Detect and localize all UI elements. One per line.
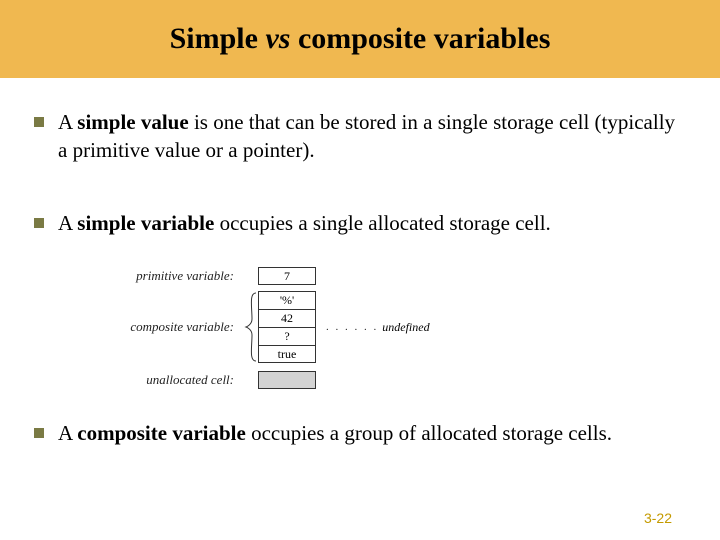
b2-pre: A — [58, 211, 77, 235]
undefined-annotation: . . . . . . undefined — [322, 320, 430, 335]
unallocated-row: unallocated cell: — [124, 371, 686, 389]
b1-pre: A — [58, 110, 77, 134]
title-pre: Simple — [170, 22, 266, 55]
b1-bold: simple value — [77, 110, 188, 134]
undefined-label: undefined — [382, 320, 429, 335]
unallocated-label: unallocated cell: — [124, 372, 244, 388]
bullet-1-text: A simple value is one that can be stored… — [58, 108, 686, 165]
primitive-label: primitive variable: — [124, 268, 244, 284]
primitive-row: primitive variable: 7 — [124, 267, 686, 285]
title-band: Simple vs composite variables — [0, 0, 720, 78]
bullet-icon — [34, 117, 44, 127]
dotted-line-icon: . . . . . . — [326, 321, 378, 333]
b2-post: occupies a single allocated storage cell… — [214, 211, 550, 235]
storage-diagram: primitive variable: 7 composite variable… — [124, 267, 686, 389]
b2-bold: simple variable — [77, 211, 214, 235]
title-post: composite variables — [290, 22, 550, 55]
composite-label: composite variable: — [124, 319, 244, 335]
composite-stack-wrap: '%' 42 ? true . . . . . . undefined — [244, 291, 430, 363]
b3-post: occupies a group of allocated storage ce… — [246, 421, 612, 445]
b3-bold: composite variable — [77, 421, 246, 445]
bullet-2: A simple variable occupies a single allo… — [34, 209, 686, 237]
bullet-3: A composite variable occupies a group of… — [34, 419, 686, 447]
unallocated-cell — [258, 371, 316, 389]
title-vs: vs — [265, 22, 290, 55]
slide-title: Simple vs composite variables — [170, 22, 551, 56]
b3-pre: A — [58, 421, 77, 445]
composite-row: composite variable: '%' 42 ? true . . . … — [124, 291, 686, 363]
bullet-icon — [34, 428, 44, 438]
bullet-3-text: A composite variable occupies a group of… — [58, 419, 686, 447]
composite-cell-2: ? — [258, 327, 316, 345]
bullet-icon — [34, 218, 44, 228]
primitive-cell: 7 — [258, 267, 316, 285]
slide-number: 3-22 — [644, 510, 672, 526]
composite-cell-1: 42 — [258, 309, 316, 327]
bullet-2-text: A simple variable occupies a single allo… — [58, 209, 686, 237]
bullet-1: A simple value is one that can be stored… — [34, 108, 686, 165]
composite-stack: '%' 42 ? true — [258, 291, 316, 363]
content-area: A simple value is one that can be stored… — [0, 78, 720, 447]
composite-cell-3: true — [258, 345, 316, 363]
composite-cell-0: '%' — [258, 291, 316, 309]
brace-icon — [244, 291, 258, 363]
